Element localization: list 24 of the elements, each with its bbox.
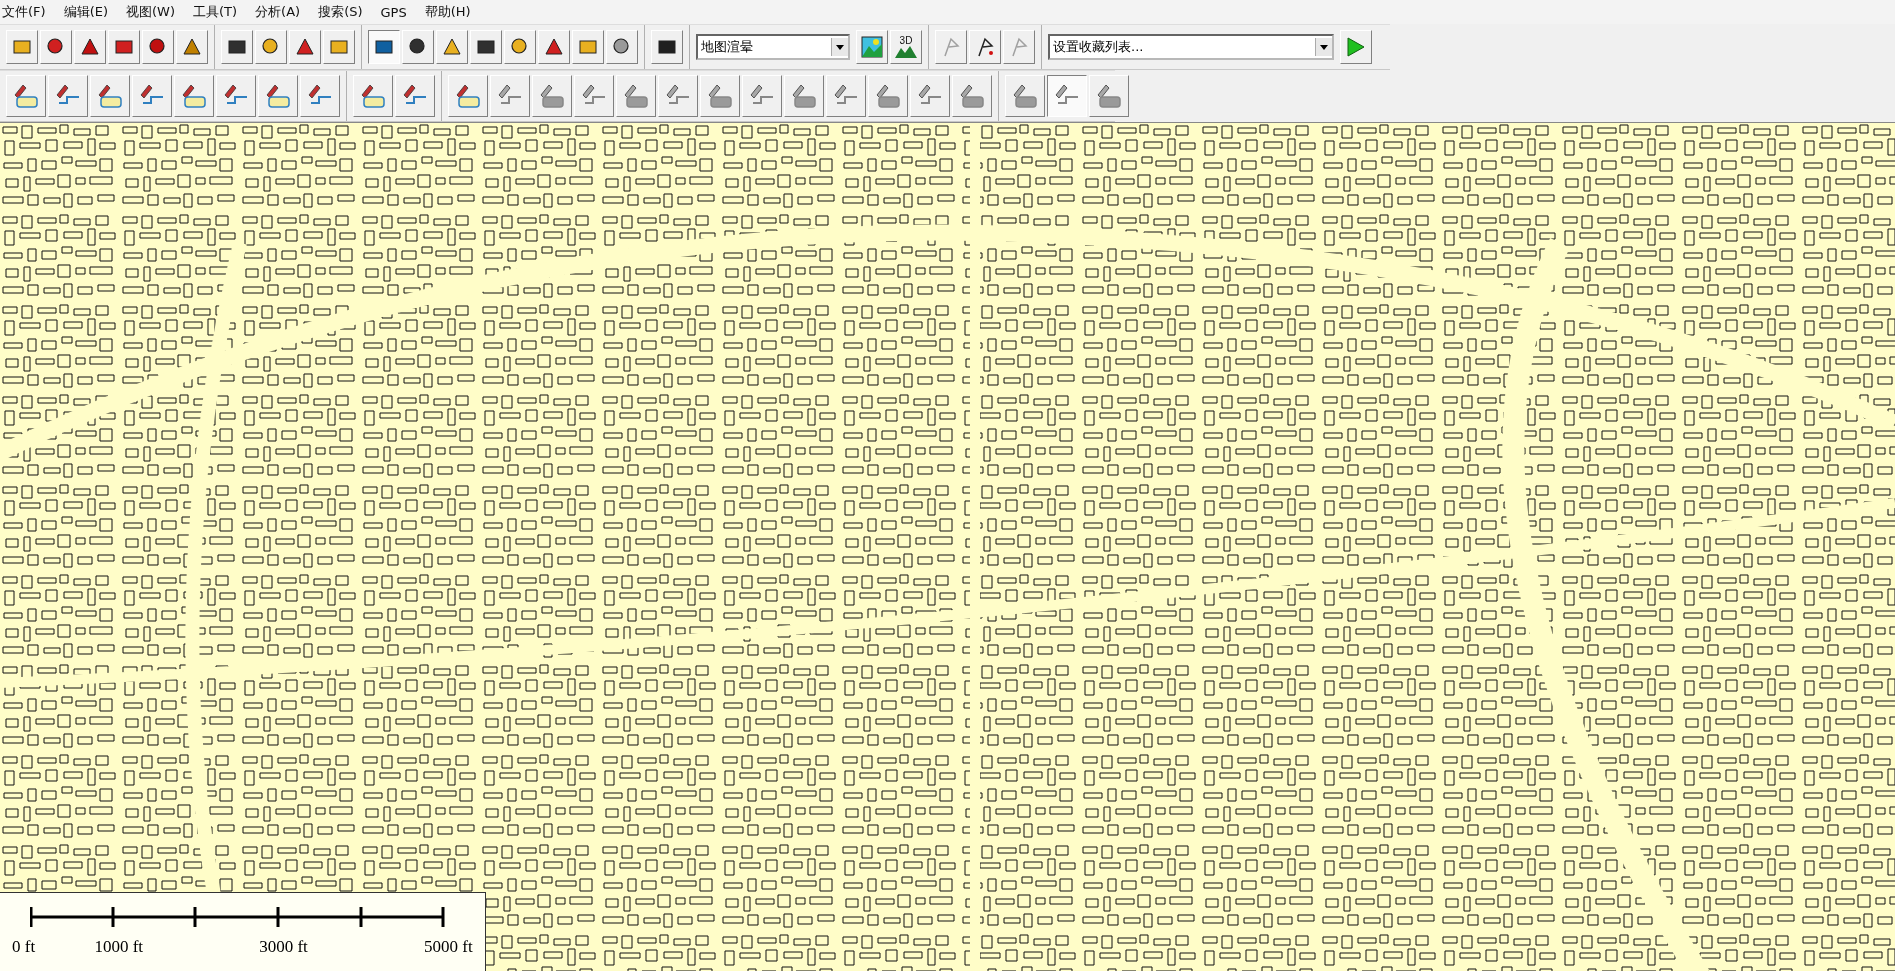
- scale-label: 1000 ft: [94, 937, 144, 957]
- caret-icon: [836, 44, 844, 50]
- menu-item[interactable]: 帮助(H): [424, 3, 480, 21]
- landscape-icon: [861, 36, 883, 58]
- render-button[interactable]: [856, 30, 888, 64]
- go-button[interactable]: [1340, 30, 1372, 64]
- menu-item[interactable]: 编辑(E): [63, 3, 117, 21]
- scale-label: 0 ft: [12, 937, 36, 957]
- caret-icon: [1320, 44, 1328, 50]
- menu-item[interactable]: 工具(T): [193, 3, 247, 21]
- menu-item[interactable]: 分析(A): [255, 3, 310, 21]
- toolbar-button[interactable]: [368, 30, 400, 64]
- menu-item[interactable]: 搜索(S): [318, 3, 372, 21]
- menu-item[interactable]: 文件(F): [2, 3, 55, 21]
- render-button[interactable]: 3D: [890, 30, 922, 64]
- hills-icon: [895, 46, 917, 58]
- menu-item[interactable]: 视图(W): [126, 3, 184, 21]
- render-combo[interactable]: 地图渲晕: [696, 34, 850, 60]
- favorites-combo[interactable]: 设置收藏列表...: [1048, 34, 1334, 60]
- menu-item[interactable]: GPS: [380, 4, 416, 20]
- gps-button[interactable]: [969, 30, 1001, 64]
- play-icon: [1346, 36, 1366, 58]
- scale-label: 5000 ft: [424, 937, 473, 957]
- scale-label: 3000 ft: [259, 937, 308, 957]
